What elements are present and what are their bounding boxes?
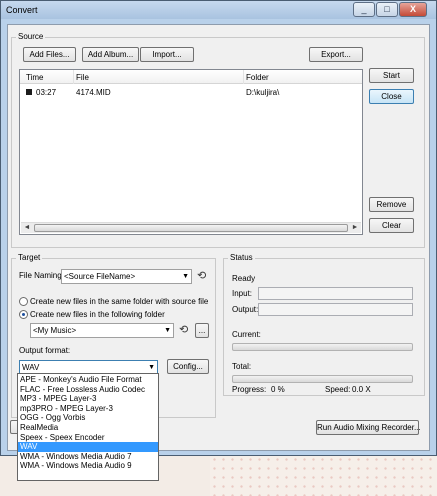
add-album-button[interactable]: Add Album... xyxy=(82,47,139,62)
radio-same-folder-label: Create new files in the same folder with… xyxy=(30,297,209,306)
config-button[interactable]: Config... xyxy=(167,359,209,374)
output-field xyxy=(258,303,413,316)
window-title: Convert xyxy=(6,5,38,15)
run-audio-mixing-recorder-button[interactable]: Run Audio Mixing Recorder... xyxy=(316,420,421,435)
title-bar[interactable]: Convert _ □ X xyxy=(1,1,436,19)
format-option-speex[interactable]: Speex - Speex Encoder xyxy=(18,433,158,443)
file-list[interactable]: Time File Folder 03:27 4174.MID D:\kulji… xyxy=(19,69,363,235)
list-header: Time File Folder xyxy=(20,70,362,84)
close-button[interactable]: Close xyxy=(369,89,414,104)
format-option-wav[interactable]: WAV xyxy=(18,442,158,452)
close-window-button[interactable]: X xyxy=(399,2,427,17)
format-option-wma9[interactable]: WMA - Windows Media Audio 9 xyxy=(18,461,158,471)
minimize-button[interactable]: _ xyxy=(353,2,375,17)
total-progress-bar xyxy=(232,375,413,383)
format-option-realmedia[interactable]: RealMedia xyxy=(18,423,158,433)
radio-following-folder-label: Create new files in the following folder xyxy=(30,310,165,319)
scroll-left-icon[interactable]: ◄ xyxy=(21,223,33,233)
row-time: 03:27 xyxy=(36,88,57,97)
column-file[interactable]: File xyxy=(76,73,89,82)
status-ready-text: Ready xyxy=(232,274,256,283)
total-label: Total: xyxy=(232,362,252,371)
add-files-button[interactable]: Add Files... xyxy=(23,47,76,62)
radio-following-folder[interactable] xyxy=(19,310,28,319)
radio-same-folder[interactable] xyxy=(19,297,28,306)
desktop-background xyxy=(210,455,437,496)
file-naming-select[interactable]: <Source FileName> ▼ xyxy=(61,269,192,284)
speed-value: 0.0 X xyxy=(352,385,371,394)
format-option-flac[interactable]: FLAC - Free Lossless Audio Codec xyxy=(18,385,158,395)
output-label: Output: xyxy=(232,305,259,314)
output-format-label: Output format: xyxy=(19,346,71,355)
file-naming-label: File Naming: xyxy=(19,271,64,280)
output-folder-select[interactable]: <My Music> ▼ xyxy=(30,323,174,338)
remove-button[interactable]: Remove xyxy=(369,197,414,212)
file-naming-value: <Source FileName> xyxy=(64,272,136,281)
source-label: Source xyxy=(16,32,46,41)
chevron-down-icon: ▼ xyxy=(182,273,189,280)
input-label: Input: xyxy=(232,289,253,298)
format-option-mp3pro[interactable]: mp3PRO - MPEG Layer-3 xyxy=(18,404,158,414)
format-option-ape[interactable]: APE - Monkey's Audio File Format xyxy=(18,375,158,385)
scroll-right-icon[interactable]: ► xyxy=(349,223,361,233)
current-label: Current: xyxy=(232,330,261,339)
output-format-value: WAV xyxy=(22,363,40,372)
target-label: Target xyxy=(16,253,43,262)
horizontal-scrollbar[interactable]: ◄ ► xyxy=(21,222,361,233)
refresh-icon[interactable]: ⟲ xyxy=(179,325,188,336)
column-folder[interactable]: Folder xyxy=(246,73,269,82)
row-folder: D:\kuljira\ xyxy=(246,88,280,97)
refresh-icon[interactable]: ⟲ xyxy=(197,271,206,282)
export-button[interactable]: Export... xyxy=(309,47,363,62)
row-file: 4174.MID xyxy=(76,88,111,97)
progress-label: Progress: xyxy=(232,385,267,394)
chevron-down-icon: ▼ xyxy=(164,327,171,334)
format-option-ogg[interactable]: OGG - Ogg Vorbis xyxy=(18,413,158,423)
current-progress-bar xyxy=(232,343,413,351)
input-field xyxy=(258,287,413,300)
format-option-wma7[interactable]: WMA - Windows Media Audio 7 xyxy=(18,452,158,462)
table-row[interactable]: 03:27 4174.MID D:\kuljira\ xyxy=(22,86,360,98)
clear-button[interactable]: Clear xyxy=(369,218,414,233)
browse-folder-button[interactable]: ... xyxy=(195,323,209,338)
output-format-dropdown[interactable]: APE - Monkey's Audio File Format FLAC - … xyxy=(17,373,159,481)
import-button[interactable]: Import... xyxy=(140,47,194,62)
column-time[interactable]: Time xyxy=(26,73,43,82)
progress-value: 0 % xyxy=(271,385,285,394)
speed-label: Speed: xyxy=(325,385,351,394)
midi-file-icon xyxy=(26,89,32,95)
start-button[interactable]: Start xyxy=(369,68,414,83)
maximize-button[interactable]: □ xyxy=(376,2,398,17)
scroll-thumb[interactable] xyxy=(34,224,348,232)
status-label: Status xyxy=(228,253,255,262)
format-option-mp3[interactable]: MP3 - MPEG Layer-3 xyxy=(18,394,158,404)
output-folder-value: <My Music> xyxy=(33,326,77,335)
